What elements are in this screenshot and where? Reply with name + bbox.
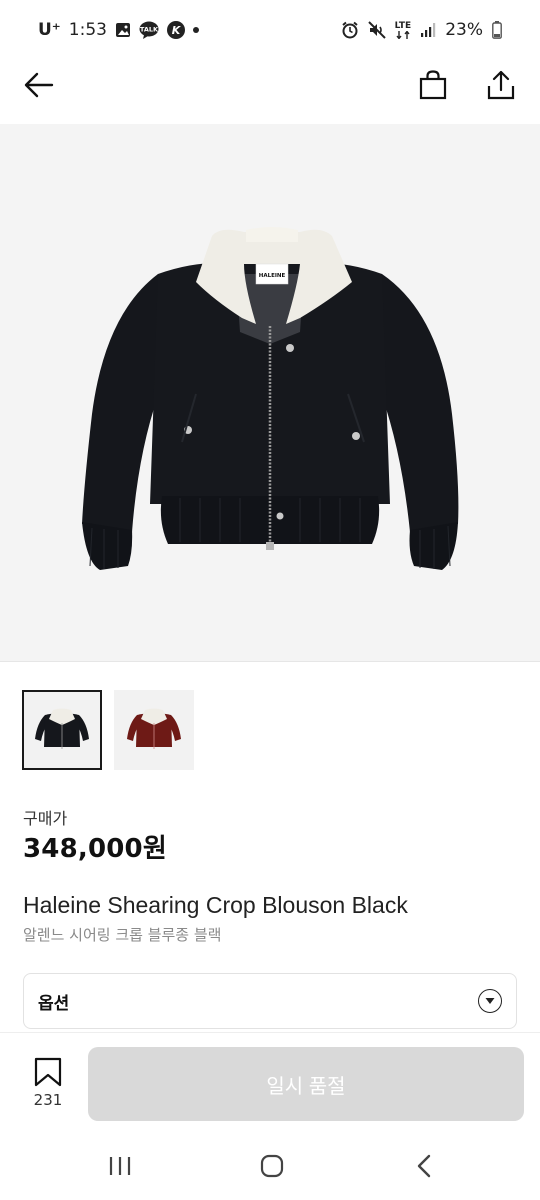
status-bar: U⁺ 1:53 TALK K LTE 23% xyxy=(0,0,540,60)
lte-label: LTE xyxy=(394,20,412,31)
option-select[interactable]: 옵션 xyxy=(23,973,517,1029)
lte-icon: LTE xyxy=(394,20,412,39)
shopping-bag-button[interactable] xyxy=(408,60,458,110)
bottom-action-bar: 231 일시 품절 xyxy=(0,1032,540,1132)
thumbnail-black-image xyxy=(35,708,89,749)
signal-icon xyxy=(420,22,436,38)
shopping-bag-icon xyxy=(419,70,447,100)
k-app-icon-label: K xyxy=(172,24,182,37)
price-label: 구매가 xyxy=(23,809,68,828)
clock: 1:53 xyxy=(68,20,107,40)
battery-icon xyxy=(492,21,502,39)
recent-apps-icon xyxy=(109,1157,131,1175)
system-nav-bar xyxy=(0,1136,540,1200)
thumbnail-burgundy[interactable] xyxy=(114,690,194,770)
product-name-ko: 알렌느 시어링 크롭 블루종 블랙 xyxy=(23,926,222,944)
wishlist-button[interactable]: 231 xyxy=(22,1057,74,1109)
caret-down-icon xyxy=(478,989,502,1013)
option-label: 옵션 xyxy=(38,993,70,1014)
recent-apps-button[interactable] xyxy=(98,1148,142,1184)
share-button[interactable] xyxy=(476,60,526,110)
thumbnail-black[interactable] xyxy=(22,690,102,770)
price: 348,000원 xyxy=(23,834,167,864)
back-button[interactable] xyxy=(14,60,64,110)
bookmark-icon xyxy=(34,1057,62,1087)
thumbnail-list xyxy=(22,690,194,770)
thumbnail-burgundy-image xyxy=(127,708,181,749)
back-arrow-icon xyxy=(24,72,54,98)
share-icon xyxy=(487,70,515,100)
mute-icon xyxy=(367,21,386,39)
home-button[interactable] xyxy=(250,1148,294,1184)
notification-dot xyxy=(192,27,199,33)
talk-icon-label: TALK xyxy=(140,26,159,34)
product-name-en: Haleine Shearing Crop Blouson Black xyxy=(23,892,408,918)
talk-icon: TALK xyxy=(139,21,159,39)
wish-count: 231 xyxy=(33,1091,63,1109)
brand-tag-label: HALEINE xyxy=(259,273,286,279)
alarm-icon xyxy=(341,21,359,39)
top-app-bar xyxy=(0,60,540,124)
k-app-icon: K xyxy=(166,21,185,39)
home-icon xyxy=(260,1154,284,1178)
gallery-icon xyxy=(115,22,131,38)
jacket-photo: HALEINE xyxy=(82,227,459,570)
battery-percent: 23% xyxy=(445,20,483,40)
soldout-button[interactable]: 일시 품절 xyxy=(88,1047,524,1121)
product-image[interactable]: HALEINE xyxy=(0,124,540,662)
system-back-button[interactable] xyxy=(402,1148,446,1184)
carrier-label: U⁺ xyxy=(38,20,61,40)
chevron-left-icon xyxy=(417,1154,431,1178)
